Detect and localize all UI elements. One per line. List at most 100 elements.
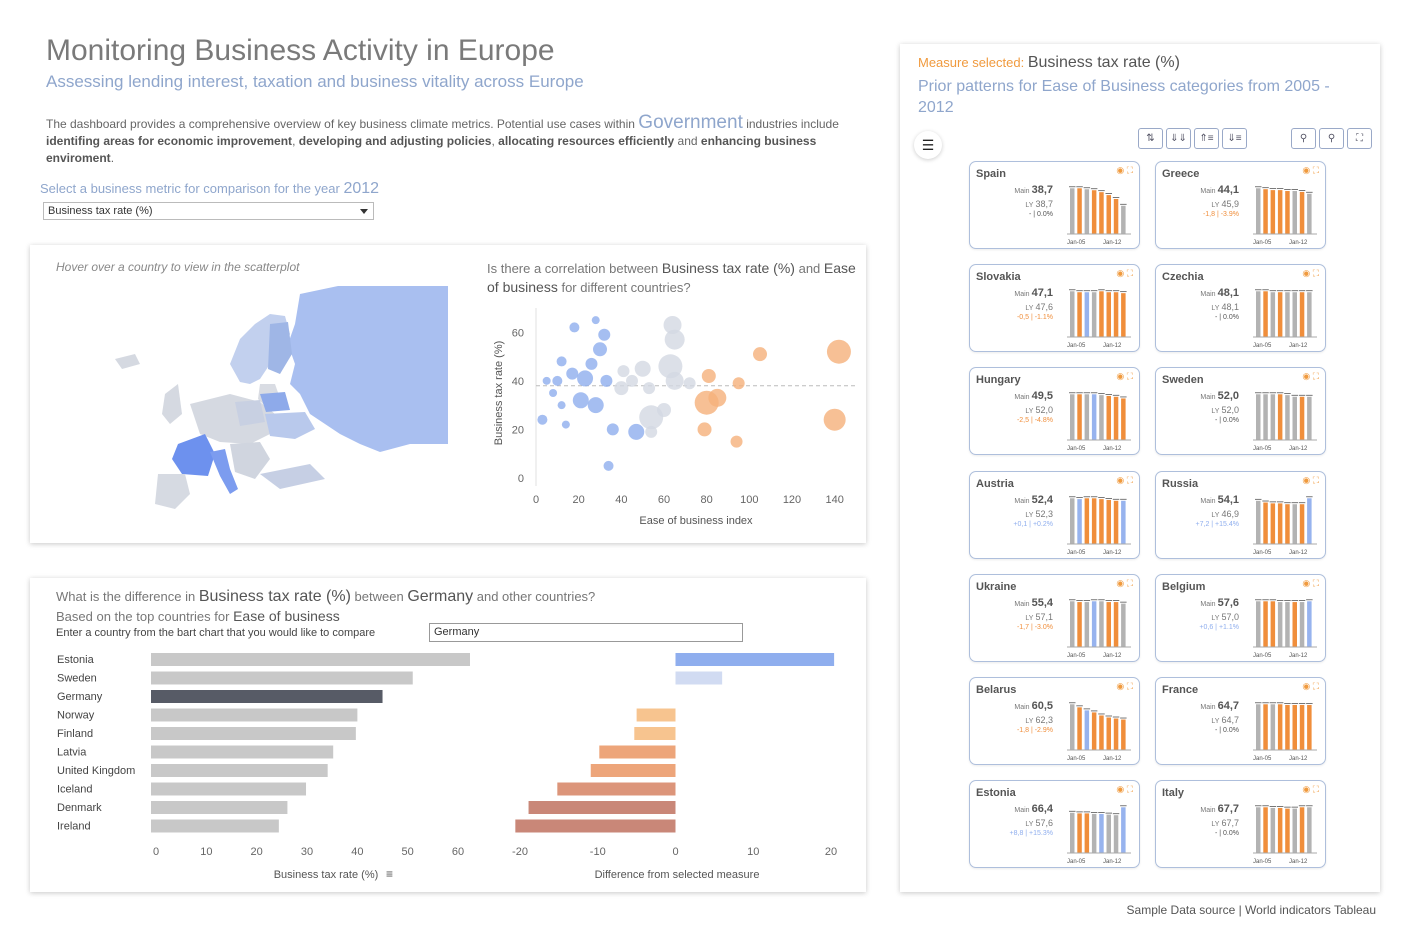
main-number: 52,4 — [1031, 493, 1053, 506]
main-value: Main 66,4 — [1014, 803, 1053, 815]
country-card[interactable]: Hungary ◉ ⛶ Main 49,5 LY 52,0 -2,5 | -4.8% Jan-… — [969, 367, 1140, 456]
x-tick-label: 80 — [701, 494, 713, 506]
country-card[interactable]: France ◉ ⛶ Main 64,7 LY 64,7- | 0.0% Jan-05 Jan… — [1155, 677, 1326, 765]
main-number: 66,4 — [1031, 803, 1053, 816]
country-card[interactable]: Ukraine ◉ ⛶ Main 55,4 LY 57,1 -1,7 | -3.0% Jan-… — [969, 573, 1140, 662]
sparkline-bar-chart: Jan-05 Jan-12 — [1253, 495, 1317, 556]
main-label: Main — [1014, 188, 1030, 195]
ly-label: LY — [1025, 408, 1034, 416]
compare-q-measure: Business tax rate (%) — [198, 588, 351, 605]
card-action-icons[interactable]: ◉ ⛶ — [1116, 165, 1133, 176]
sort-alpha-asc-icon[interactable]: ⇑≡ — [1194, 128, 1219, 149]
chevron-down-icon[interactable] — [360, 209, 368, 214]
scatter-point — [603, 460, 614, 471]
spark-bar — [1292, 601, 1297, 647]
country-card[interactable]: Russia ◉ ⛶ Main 54,1 LY 46,9 +7,2 | +15.4% Jan-… — [1155, 470, 1326, 559]
country-card[interactable]: Slovakia ◉ ⛶ Main 47,1 LY 47,6 -0,5 | -1.1% Jan… — [969, 264, 1140, 353]
country-card[interactable]: Italy ◉ ⛶ Main 67,7 LY 67,7- | 0.0% Jan-05 Jan-… — [1155, 780, 1326, 869]
change-value: +0,6 | +1.1% — [1199, 623, 1239, 631]
card-action-icons[interactable]: ◉ ⛶ — [1116, 475, 1133, 486]
spark-x-end: Jan-12 — [1103, 343, 1122, 349]
country-card[interactable]: Belgium ◉ ⛶ Main 57,6 LY 57,0 +0,6 | +1.1% Jan-… — [1155, 573, 1326, 662]
menu-icon[interactable]: ☰ — [914, 131, 942, 159]
country-name: Greece — [1162, 168, 1200, 180]
main-value: Main 49,5 — [1014, 390, 1053, 402]
scatter-chart[interactable]: 0 20 40 60 80 100 120 140 0 20 40 60 Ease of busines… — [486, 298, 866, 533]
change-value: - | 0.0% — [1215, 417, 1239, 425]
spark-bar — [1106, 396, 1111, 441]
card-action-icons[interactable]: ◉ ⛶ — [1116, 371, 1133, 382]
sparkline-bar-chart: Jan-05 Jan-12 — [1067, 392, 1131, 452]
spark-bar — [1091, 601, 1097, 647]
x-tick-label: 140 — [825, 494, 843, 506]
ly-value: LY 45,9 — [1211, 199, 1239, 209]
spark-bar — [1263, 704, 1268, 750]
spark-bar — [1277, 292, 1283, 338]
spark-x-start: Jan-05 — [1067, 653, 1086, 659]
tax-rate-bar-chart[interactable]: Estonia Sweden Germany Norway Finland Latvia U… — [50, 648, 470, 884]
fullscreen-icon[interactable]: ⛶ — [1347, 128, 1372, 149]
spark-bar — [1277, 704, 1283, 750]
spark-bar — [1299, 601, 1305, 647]
spark-bar — [1099, 192, 1104, 234]
country-card[interactable]: Estonia ◉ ⛶ Main 66,4 LY 57,6 +8,8 | +15.3% Jan… — [969, 780, 1140, 869]
card-action-icons[interactable]: ◉ ⛶ — [1302, 268, 1319, 279]
measure-selected-label: Measure selected: — [918, 55, 1025, 70]
x-tick-label: 10 — [747, 846, 759, 858]
spark-bar — [1077, 292, 1082, 338]
main-number: 48,1 — [1217, 287, 1239, 300]
spark-bar — [1277, 190, 1283, 234]
country-compare-input[interactable]: Germany — [429, 623, 743, 642]
x-tick-label: 100 — [740, 494, 758, 506]
europe-map[interactable] — [110, 284, 452, 524]
zoom-in-icon[interactable]: ⚲ — [1319, 128, 1344, 149]
country-card[interactable]: Spain ◉ ⛶ Main 38,7 LY 38,7- | 0.0% Jan-05 Jan-… — [969, 161, 1140, 249]
spark-bar — [1307, 397, 1312, 441]
country-card[interactable]: Austria ◉ ⛶ Main 52,4 LY 52,3 +0,1 | +0.2% Jan-… — [969, 470, 1140, 559]
spark-bar — [1099, 715, 1104, 750]
sort-asc-icon[interactable]: ⇅ — [1138, 128, 1163, 149]
footer-source: Sample Data source | World indicators Ta… — [1126, 903, 1376, 917]
spark-bar — [1099, 814, 1104, 854]
difference-bar-chart[interactable]: -20 -10 0 10 20 Difference from selected meas… — [500, 648, 860, 884]
spark-x-end: Jan-12 — [1289, 653, 1308, 659]
scatter-question: Is there a correlation between Business … — [487, 259, 857, 297]
sort-alpha-desc-icon[interactable]: ⇓≡ — [1222, 128, 1247, 149]
card-action-icons[interactable]: ◉ ⛶ — [1302, 475, 1319, 486]
x-tick-label: 0 — [672, 846, 678, 858]
card-action-icons[interactable]: ◉ ⛶ — [1116, 784, 1133, 795]
spark-bar — [1113, 292, 1119, 338]
ly-label: LY — [1025, 305, 1034, 313]
card-action-icons[interactable]: ◉ ⛶ — [1116, 681, 1133, 692]
x-tick-label: 120 — [783, 494, 801, 506]
bar-category-label: Norway — [57, 710, 95, 722]
spark-bar — [1070, 188, 1075, 234]
card-action-icons[interactable]: ◉ ⛶ — [1302, 165, 1319, 176]
card-action-icons[interactable]: ◉ ⛶ — [1116, 578, 1133, 589]
country-card[interactable]: Sweden ◉ ⛶ Main 52,0 LY 52,0- | 0.0% Jan-05 Jan… — [1155, 367, 1326, 456]
scatter-q-measure: Business tax rate (%) — [661, 260, 795, 276]
metric-dropdown[interactable]: Business tax rate (%) — [43, 202, 374, 220]
country-card[interactable]: Greece ◉ ⛶ Main 44,1 LY 45,9 -1,8 | -3.9% Jan-0… — [1155, 161, 1326, 249]
card-action-icons[interactable]: ◉ ⛶ — [1302, 784, 1319, 795]
x-tick-label: 20 — [825, 846, 837, 858]
spark-bar — [1285, 503, 1290, 544]
card-action-icons[interactable]: ◉ ⛶ — [1116, 268, 1133, 279]
map-ukraine — [265, 412, 315, 439]
scatter-point — [643, 382, 656, 395]
card-action-icons[interactable]: ◉ ⛶ — [1302, 371, 1319, 382]
card-action-icons[interactable]: ◉ ⛶ — [1302, 681, 1319, 692]
difference-bar — [557, 782, 676, 796]
country-name: Russia — [1162, 477, 1199, 490]
zoom-out-icon[interactable]: ⚲ — [1291, 128, 1316, 149]
country-card[interactable]: Czechia ◉ ⛶ Main 48,1 LY 48,1- | 0.0% Jan-05 Ja… — [1155, 264, 1326, 353]
scatter-point — [549, 389, 558, 397]
ly-value: LY 52,3 — [1025, 509, 1053, 519]
country-card[interactable]: Belarus ◉ ⛶ Main 60,5 LY 62,3 -1,8 | -2.9% Jan-… — [969, 677, 1140, 765]
scatter-point — [587, 397, 604, 414]
spark-bar — [1070, 291, 1075, 338]
spark-bar — [1270, 190, 1276, 234]
card-action-icons[interactable]: ◉ ⛶ — [1302, 578, 1319, 589]
spark-bar — [1292, 808, 1297, 854]
sort-desc-icon[interactable]: ⇓⇓ — [1166, 128, 1191, 149]
